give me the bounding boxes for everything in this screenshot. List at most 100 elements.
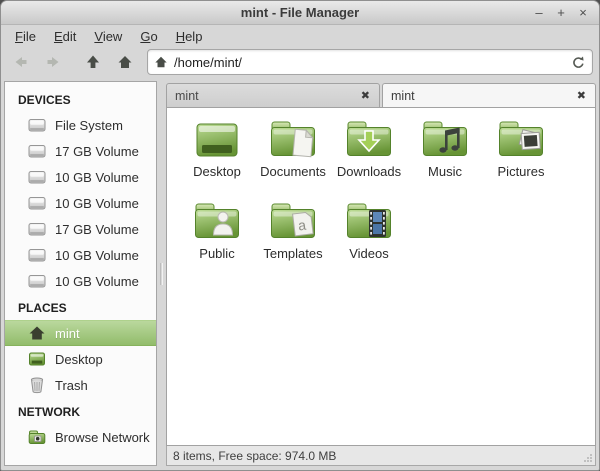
documents-folder-icon	[269, 118, 317, 162]
file-label: Pictures	[497, 164, 545, 179]
desktop-icon	[28, 350, 46, 368]
minimize-button[interactable]: –	[531, 5, 547, 21]
tab-label: mint	[391, 88, 415, 103]
file-item-documents[interactable]: Documents	[255, 118, 331, 200]
menu-file[interactable]: File	[7, 27, 44, 46]
drive-icon	[28, 142, 46, 160]
sidebar-item-volume-4[interactable]: 17 GB Volume	[5, 216, 156, 242]
sidebar-item-volume-1[interactable]: 17 GB Volume	[5, 138, 156, 164]
path-input[interactable]: /home/mint/	[174, 55, 571, 70]
places-header: PLACES	[18, 301, 67, 315]
sidebar-item-label: 10 GB Volume	[55, 247, 139, 263]
file-manager-window: mint - File Manager – + × File Edit View…	[0, 0, 600, 471]
main-pane: mint ✖ mint ✖ Desktop Documents Download…	[166, 81, 596, 466]
sidebar-item-label: Desktop	[55, 351, 103, 367]
menu-view[interactable]: View	[86, 27, 130, 46]
downloads-folder-icon	[345, 118, 393, 162]
file-item-pictures[interactable]: Pictures	[483, 118, 559, 200]
up-button[interactable]	[79, 49, 107, 75]
sidebar-item-label: 10 GB Volume	[55, 195, 139, 211]
sidebar-item-volume-6[interactable]: 10 GB Volume	[5, 268, 156, 294]
pictures-folder-icon	[497, 118, 545, 162]
sidebar-item-label: 17 GB Volume	[55, 143, 139, 159]
pane-splitter[interactable]	[157, 81, 166, 466]
tab-close-icon[interactable]: ✖	[360, 89, 371, 102]
network-folder-icon	[28, 428, 46, 446]
desktop-icon	[193, 118, 241, 162]
sidebar-item-volume-3[interactable]: 10 GB Volume	[5, 190, 156, 216]
drive-icon	[28, 220, 46, 238]
sidebar-item-label: File System	[55, 117, 123, 133]
devices-header: DEVICES	[18, 93, 71, 107]
tab-bar: mint ✖ mint ✖	[166, 81, 596, 108]
tab-label: mint	[175, 88, 199, 103]
sidebar-item-file-system[interactable]: File System	[5, 112, 156, 138]
network-header: NETWORK	[18, 405, 80, 419]
menu-go[interactable]: Go	[132, 27, 165, 46]
videos-folder-icon	[345, 200, 393, 244]
status-bar: 8 items, Free space: 974.0 MB	[166, 446, 596, 466]
drive-icon	[28, 116, 46, 134]
path-bar[interactable]: /home/mint/	[147, 49, 593, 75]
file-icon-view[interactable]: Desktop Documents Downloads Music Pictur…	[166, 107, 596, 446]
sidebar-item-label: Trash	[55, 377, 88, 393]
tab-close-icon[interactable]: ✖	[576, 89, 587, 102]
templates-folder-icon	[269, 200, 317, 244]
menu-edit[interactable]: Edit	[46, 27, 84, 46]
forward-button[interactable]	[39, 49, 67, 75]
tab-mint-2[interactable]: mint ✖	[382, 83, 596, 108]
sidebar-item-volume-2[interactable]: 10 GB Volume	[5, 164, 156, 190]
sidebar-item-label: mint	[55, 325, 80, 341]
window-body: DEVICES File System 17 GB Volume 10 GB V…	[1, 81, 599, 470]
sidebar-item-trash[interactable]: Trash	[5, 372, 156, 398]
sidebar-item-volume-5[interactable]: 10 GB Volume	[5, 242, 156, 268]
maximize-button[interactable]: +	[553, 5, 569, 21]
file-label: Public	[199, 246, 235, 261]
path-home-icon	[154, 55, 168, 69]
file-label: Documents	[260, 164, 326, 179]
toolbar: /home/mint/	[1, 47, 599, 81]
home-icon	[117, 54, 133, 70]
sidebar-item-label: Browse Network	[55, 429, 150, 445]
close-button[interactable]: ×	[575, 5, 591, 21]
home-button[interactable]	[111, 49, 139, 75]
file-label: Templates	[263, 246, 323, 261]
file-label: Music	[428, 164, 462, 179]
sidebar: DEVICES File System 17 GB Volume 10 GB V…	[4, 81, 157, 466]
file-label: Desktop	[193, 164, 241, 179]
file-label: Downloads	[336, 164, 402, 179]
window-title: mint - File Manager	[240, 5, 360, 20]
splitter-grip	[160, 262, 163, 285]
home-icon	[28, 324, 46, 342]
music-folder-icon	[421, 118, 469, 162]
sidebar-item-browse-network[interactable]: Browse Network	[5, 424, 156, 450]
menubar: File Edit View Go Help	[1, 25, 599, 47]
sidebar-item-label: 10 GB Volume	[55, 169, 139, 185]
sidebar-item-mint[interactable]: mint	[5, 320, 156, 346]
resize-grip[interactable]	[583, 453, 593, 463]
file-item-templates[interactable]: Templates	[255, 200, 331, 282]
back-icon	[13, 54, 29, 70]
drive-icon	[28, 194, 46, 212]
back-button[interactable]	[7, 49, 35, 75]
file-item-public[interactable]: Public	[179, 200, 255, 282]
drive-icon	[28, 246, 46, 264]
forward-icon	[45, 54, 61, 70]
tab-mint-1[interactable]: mint ✖	[166, 83, 380, 108]
file-item-downloads[interactable]: Downloads	[331, 118, 407, 200]
up-icon	[85, 54, 101, 70]
file-item-music[interactable]: Music	[407, 118, 483, 200]
titlebar[interactable]: mint - File Manager – + ×	[1, 1, 599, 25]
reload-icon[interactable]	[571, 55, 586, 70]
drive-icon	[28, 272, 46, 290]
file-item-videos[interactable]: Videos	[331, 200, 407, 282]
sidebar-item-label: 17 GB Volume	[55, 221, 139, 237]
sidebar-item-desktop[interactable]: Desktop	[5, 346, 156, 372]
file-item-desktop[interactable]: Desktop	[179, 118, 255, 200]
status-text: 8 items, Free space: 974.0 MB	[173, 448, 337, 463]
window-controls: – + ×	[531, 5, 599, 21]
menu-help[interactable]: Help	[168, 27, 211, 46]
file-label: Videos	[349, 246, 389, 261]
drive-icon	[28, 168, 46, 186]
trash-icon	[28, 376, 46, 394]
